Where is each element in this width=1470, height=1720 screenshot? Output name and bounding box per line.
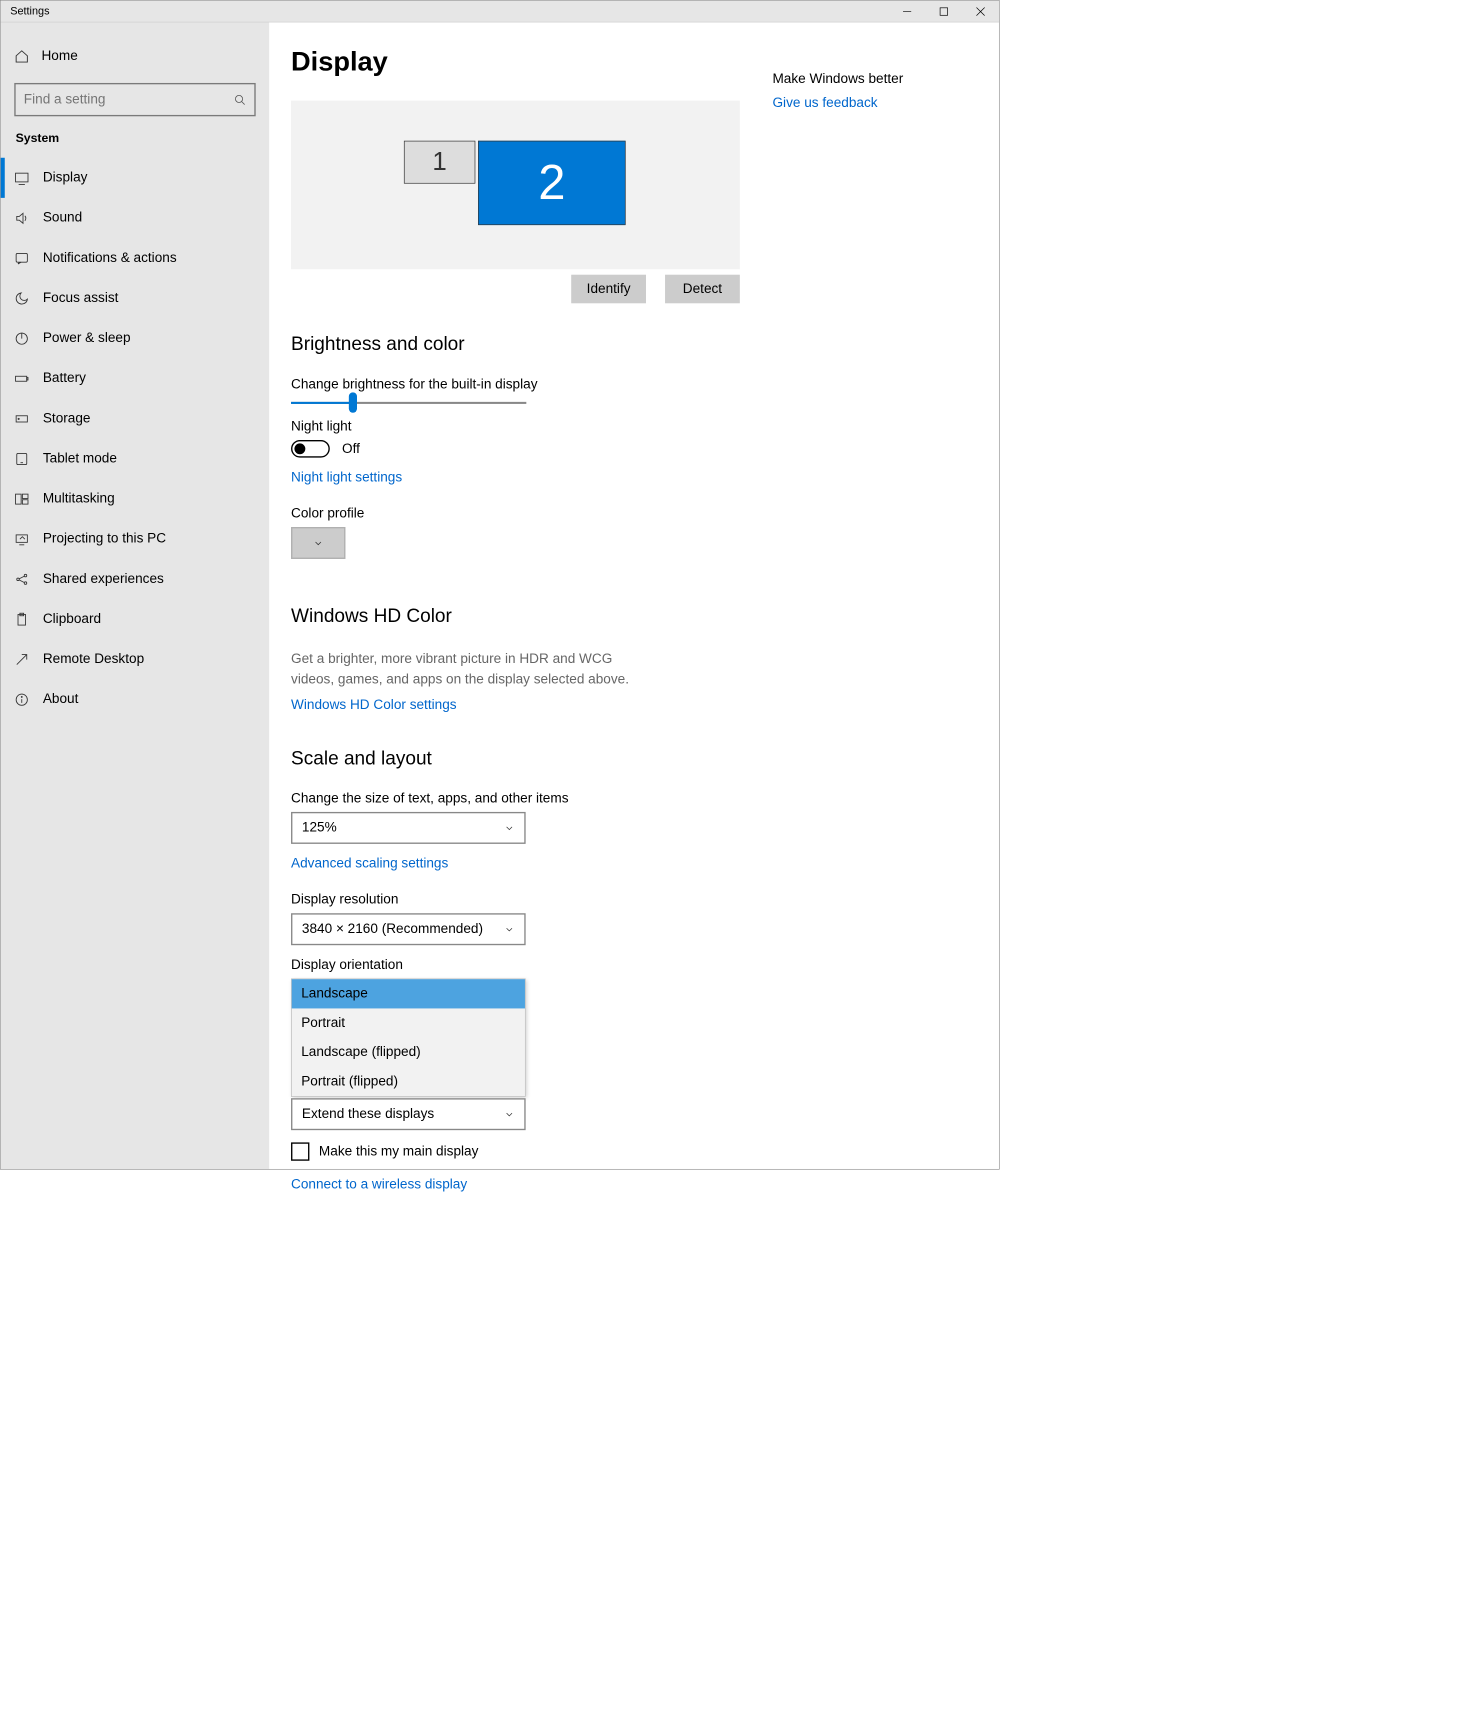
night-light-settings-link[interactable]: Night light settings: [291, 470, 745, 486]
chevron-down-icon: [504, 822, 515, 833]
category-label: System: [1, 131, 270, 158]
scale-section-heading: Scale and layout: [291, 747, 745, 769]
settings-window: Settings Home System Display Sound: [0, 0, 1000, 1170]
nav-storage[interactable]: Storage: [1, 398, 270, 438]
chevron-down-icon: [504, 1109, 515, 1120]
nav-multitasking[interactable]: Multitasking: [1, 479, 270, 519]
orientation-option-portrait[interactable]: Portrait: [292, 1008, 525, 1037]
right-heading: Make Windows better: [772, 71, 903, 87]
notifications-icon: [14, 251, 29, 266]
slider-thumb[interactable]: [349, 392, 357, 412]
close-button[interactable]: [962, 1, 999, 22]
nav-about[interactable]: About: [1, 679, 270, 719]
home-label: Home: [41, 48, 77, 64]
right-pane: Make Windows better Give us feedback: [745, 22, 903, 1168]
night-light-state: Off: [342, 441, 360, 457]
focus-assist-icon: [14, 291, 29, 306]
shared-icon: [14, 572, 29, 587]
storage-icon: [14, 411, 29, 426]
about-icon: [14, 692, 29, 707]
nav-projecting[interactable]: Projecting to this PC: [1, 519, 270, 559]
titlebar: Settings: [1, 1, 999, 23]
projecting-icon: [14, 531, 29, 546]
nav-sound[interactable]: Sound: [1, 198, 270, 238]
home-icon: [14, 49, 29, 64]
maximize-button[interactable]: [925, 1, 962, 22]
chevron-down-icon: [504, 924, 515, 935]
multi-display-select[interactable]: Extend these displays: [291, 1098, 526, 1130]
window-title: Settings: [1, 5, 889, 17]
main-content: Display 1 2 Identify Detect Brightness a…: [269, 22, 999, 1168]
minimize-button[interactable]: [889, 1, 926, 22]
nav-battery[interactable]: Battery: [1, 358, 270, 398]
nav-tablet[interactable]: Tablet mode: [1, 439, 270, 479]
chevron-down-icon: [313, 538, 324, 549]
window-controls: [889, 1, 999, 22]
sound-icon: [14, 210, 29, 225]
display-icon: [14, 170, 29, 185]
search-box[interactable]: [14, 83, 255, 116]
power-icon: [14, 331, 29, 346]
clipboard-icon: [14, 612, 29, 627]
hd-color-description: Get a brighter, more vibrant picture in …: [291, 649, 645, 690]
brightness-slider[interactable]: [291, 402, 526, 404]
scale-label: Change the size of text, apps, and other…: [291, 791, 745, 807]
nav-notifications[interactable]: Notifications & actions: [1, 238, 270, 278]
orientation-option-landscape[interactable]: Landscape: [292, 979, 525, 1008]
hd-color-link[interactable]: Windows HD Color settings: [291, 698, 745, 714]
orientation-option-portrait-flipped[interactable]: Portrait (flipped): [292, 1067, 525, 1096]
nav-list: Display Sound Notifications & actions Fo…: [1, 158, 270, 720]
main-display-checkbox[interactable]: [291, 1142, 309, 1160]
resolution-select[interactable]: 3840 × 2160 (Recommended): [291, 913, 526, 945]
advanced-scaling-link[interactable]: Advanced scaling settings: [291, 856, 745, 872]
multitasking-icon: [14, 491, 29, 506]
search-icon: [234, 94, 246, 106]
remote-icon: [14, 652, 29, 667]
resolution-label: Display resolution: [291, 892, 745, 908]
wireless-display-link[interactable]: Connect to a wireless display: [291, 1177, 745, 1193]
orientation-option-landscape-flipped[interactable]: Landscape (flipped): [292, 1038, 525, 1067]
color-profile-label: Color profile: [291, 506, 745, 522]
monitor-1[interactable]: 1: [404, 141, 475, 184]
hd-color-heading: Windows HD Color: [291, 605, 745, 627]
nav-focus-assist[interactable]: Focus assist: [1, 278, 270, 318]
feedback-link[interactable]: Give us feedback: [772, 95, 903, 111]
scale-select[interactable]: 125%: [291, 812, 526, 844]
home-link[interactable]: Home: [1, 41, 270, 70]
search-input[interactable]: [24, 92, 234, 108]
battery-icon: [14, 371, 29, 386]
color-profile-select[interactable]: [291, 527, 345, 559]
night-light-label: Night light: [291, 419, 745, 435]
orientation-label: Display orientation: [291, 957, 745, 973]
night-light-toggle[interactable]: [291, 440, 330, 458]
nav-display[interactable]: Display: [1, 158, 270, 198]
identify-button[interactable]: Identify: [571, 275, 646, 304]
page-title: Display: [291, 47, 745, 78]
nav-power[interactable]: Power & sleep: [1, 318, 270, 358]
detect-button[interactable]: Detect: [665, 275, 740, 304]
monitor-arrangement[interactable]: 1 2: [291, 101, 740, 270]
brightness-section-heading: Brightness and color: [291, 333, 745, 355]
main-display-checkbox-row[interactable]: Make this my main display: [291, 1142, 745, 1160]
monitor-2[interactable]: 2: [478, 141, 626, 225]
brightness-label: Change brightness for the built-in displ…: [291, 377, 745, 393]
nav-shared[interactable]: Shared experiences: [1, 559, 270, 599]
orientation-dropdown[interactable]: Landscape Portrait Landscape (flipped) P…: [291, 979, 526, 1097]
nav-remote[interactable]: Remote Desktop: [1, 639, 270, 679]
sidebar: Home System Display Sound Notifications …: [1, 22, 270, 1168]
nav-clipboard[interactable]: Clipboard: [1, 599, 270, 639]
tablet-icon: [14, 451, 29, 466]
main-display-label: Make this my main display: [319, 1144, 478, 1160]
